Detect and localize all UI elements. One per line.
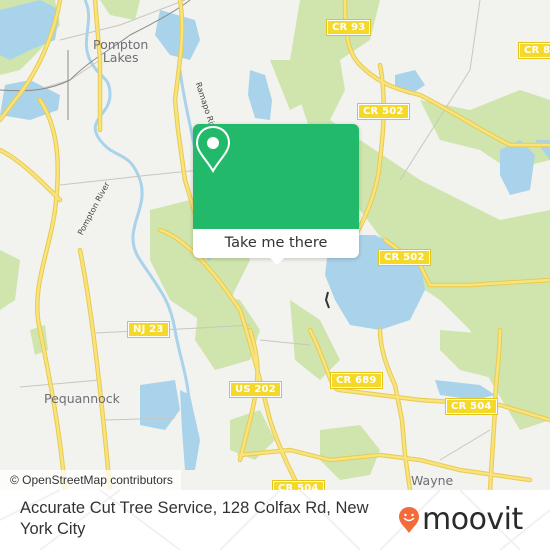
map-marker-stroke [324,291,330,309]
popup-pointer [269,257,285,265]
popup-header[interactable] [193,124,359,229]
osm-attribution[interactable]: © OpenStreetMap contributors [0,470,181,490]
road-shield-cr93: CR 93 [325,19,372,36]
moovit-wordmark: moovit [422,502,523,537]
road-shield-cr504-south: CR 504 [272,480,325,490]
place-label-pequannock: Pequannock [44,391,120,406]
take-me-there-button[interactable]: Take me there [193,229,359,258]
place-label-pompton-lakes: Pompton Lakes [93,38,148,64]
footer-bar: Accurate Cut Tree Service, 128 Colfax Rd… [0,490,550,550]
road-shield-cr504-east: CR 504 [445,398,498,415]
map-view[interactable]: Pompton Lakes Pequannock Wayne Ramapo Ri… [0,0,550,490]
map-pin-icon [195,125,231,174]
road-shield-cr502-north: CR 502 [357,103,410,120]
road-shield-cr8: CR 8 [517,42,550,59]
place-label-lakes: Lakes [102,50,139,65]
location-popup: Take me there [193,124,359,265]
place-label-wayne: Wayne [411,473,454,488]
road-shield-cr502-lake: CR 502 [378,249,431,266]
moovit-logo[interactable]: moovit [398,500,523,540]
road-shield-cr689: CR 689 [330,372,383,389]
road-shield-us202: US 202 [229,381,282,398]
moovit-pin-icon [399,507,419,533]
road-shield-nj23: NJ 23 [127,321,170,338]
location-address: Accurate Cut Tree Service, 128 Colfax Rd… [20,499,369,538]
